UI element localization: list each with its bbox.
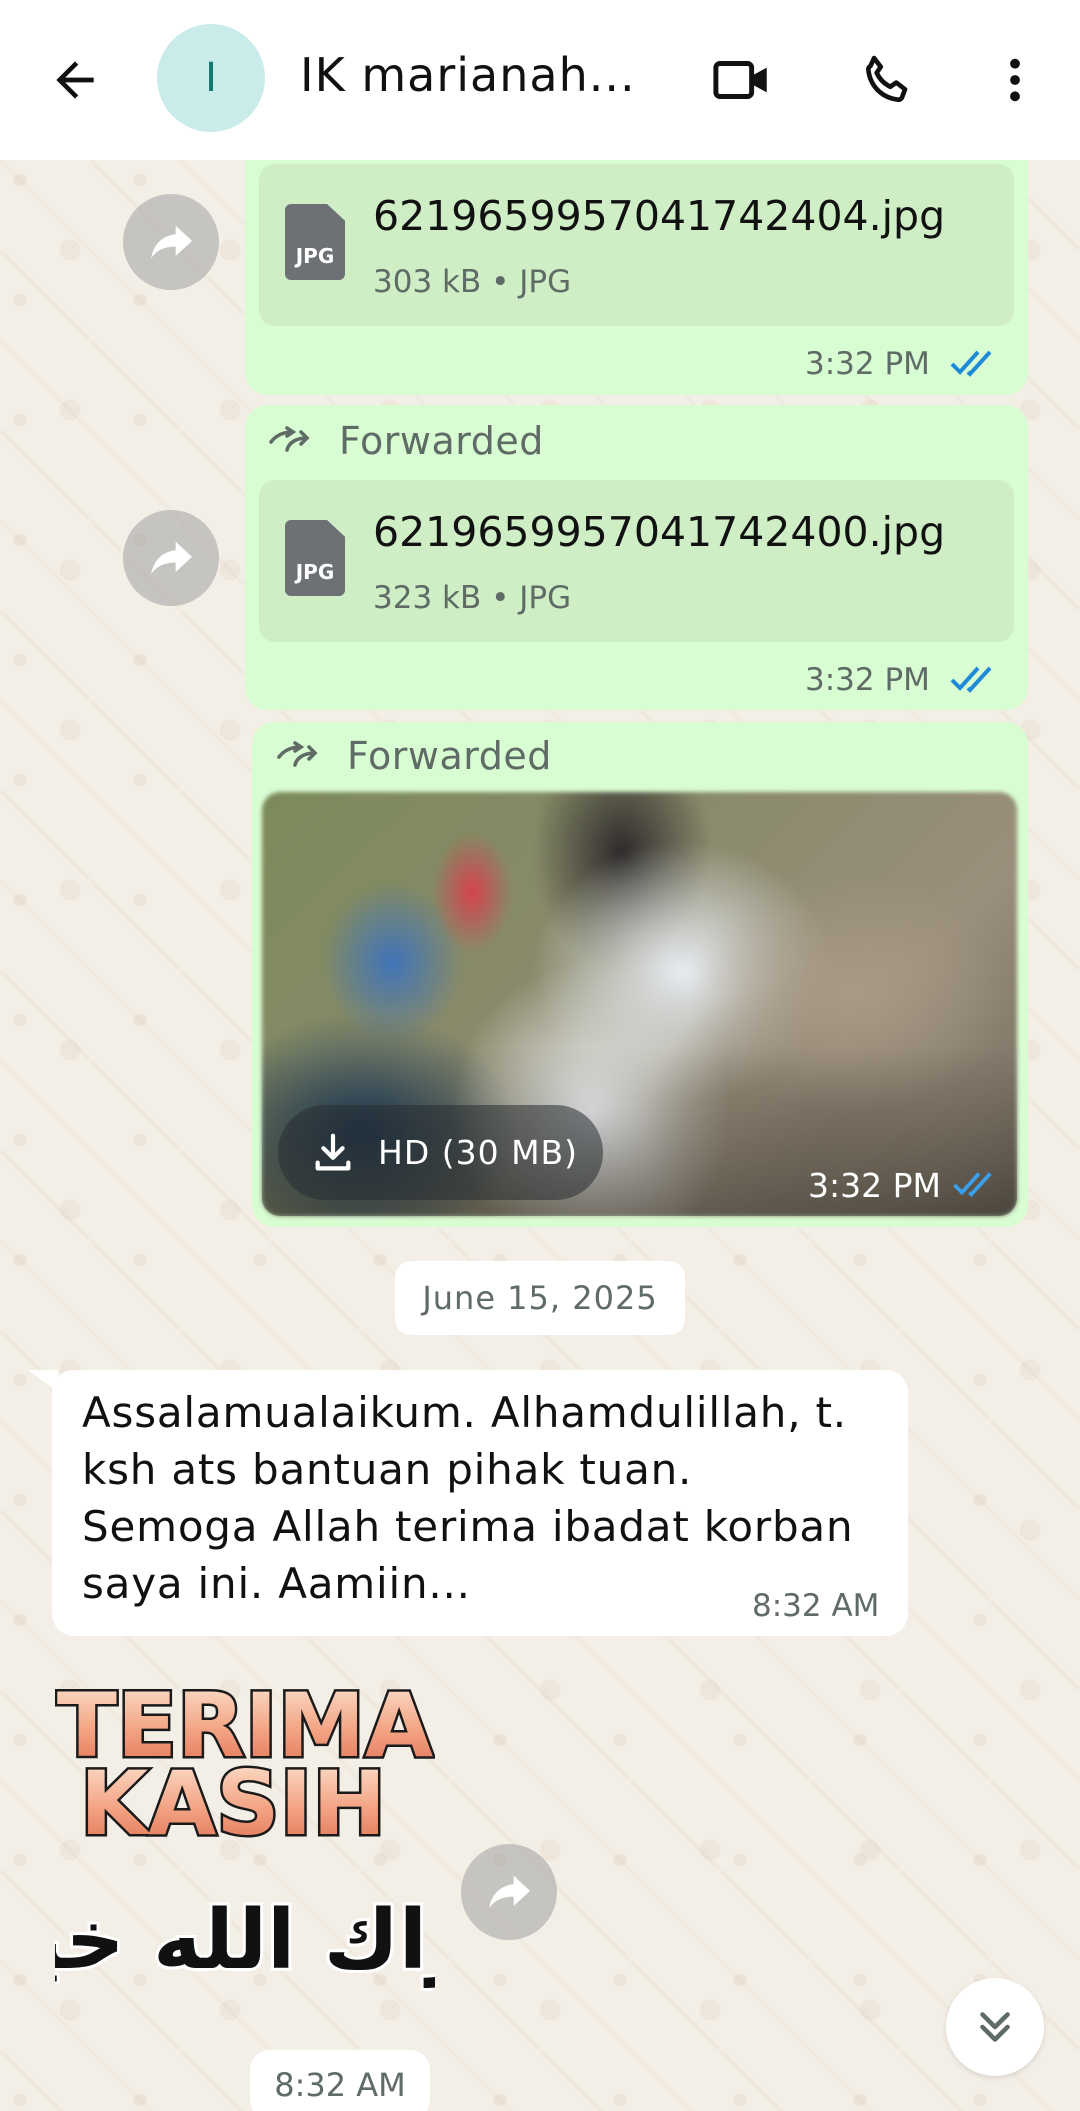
terima-kasih-sticker[interactable]: TERIMA KASIH جزاك الله خيرا — [55, 1668, 435, 2028]
sticker-arabic-calligraphy: جزاك الله خيرا — [55, 1893, 435, 1988]
jpg-file-icon: JPG — [285, 520, 345, 596]
document-card[interactable]: JPG 6219659957041742400.jpg 323 kB • JPG — [259, 480, 1014, 642]
sticker-time: 8:32 AM — [250, 2050, 430, 2111]
message-time: 3:32 PM — [805, 662, 930, 698]
top-app-bar: I IK marianah... — [0, 0, 1080, 160]
date-divider: June 15, 2025 — [395, 1261, 685, 1335]
forward-button[interactable] — [123, 194, 219, 290]
message-time: 3:32 PM — [808, 1166, 941, 1205]
document-file-name: 6219659957041742400.jpg — [373, 508, 946, 556]
outgoing-forwarded-document-message[interactable]: Forwarded JPG 6219659957041742400.jpg 32… — [245, 405, 1028, 710]
document-card[interactable]: JPG 6219659957041742404.jpg 303 kB • JPG — [259, 164, 1014, 326]
more-options-button[interactable] — [975, 40, 1055, 120]
forwarded-arrow-icon — [269, 426, 310, 452]
forwarded-arrow-icon — [277, 741, 318, 767]
message-time: 3:32 PM — [805, 346, 930, 382]
forward-button[interactable] — [123, 510, 219, 606]
download-hd-button[interactable]: HD (30 MB) — [278, 1105, 603, 1200]
message-text: Assalamualaikum. Alhamdulillah, t. ksh a… — [82, 1388, 854, 1608]
read-ticks-icon — [950, 666, 992, 693]
forwarded-label: Forwarded — [339, 419, 544, 463]
forward-icon — [151, 541, 192, 575]
message-time: 8:32 AM — [752, 1588, 880, 1624]
more-vert-icon — [1010, 58, 1020, 102]
forward-icon — [151, 225, 192, 259]
back-button[interactable] — [40, 45, 110, 115]
chat-title[interactable]: IK marianah... — [300, 48, 636, 102]
document-file-meta: 323 kB • JPG — [373, 580, 572, 616]
document-file-name: 6219659957041742404.jpg — [373, 192, 946, 240]
forwarded-indicator: Forwarded — [269, 419, 544, 463]
back-arrow-icon — [56, 61, 94, 99]
forwarded-label: Forwarded — [347, 734, 552, 778]
forwarded-indicator: Forwarded — [277, 734, 552, 778]
read-ticks-icon — [953, 1172, 992, 1198]
file-icon-label: JPG — [295, 244, 335, 268]
forward-button[interactable] — [461, 1844, 557, 1940]
double-chevron-down-icon — [980, 2012, 1010, 2042]
voice-call-button[interactable] — [848, 40, 928, 120]
download-size-label: HD (30 MB) — [378, 1133, 579, 1172]
incoming-text-message[interactable]: Assalamualaikum. Alhamdulillah, t. ksh a… — [52, 1370, 908, 1636]
avatar[interactable]: I — [157, 24, 265, 132]
outgoing-document-message[interactable]: JPG 6219659957041742404.jpg 303 kB • JPG… — [245, 160, 1028, 395]
file-icon-label: JPG — [295, 560, 335, 584]
forward-icon — [489, 1875, 530, 1909]
video-call-button[interactable] — [702, 40, 782, 120]
scroll-to-bottom-button[interactable] — [946, 1978, 1044, 2076]
sticker-line-2: KASIH — [80, 1752, 386, 1855]
download-icon — [315, 1133, 351, 1170]
read-ticks-icon — [950, 350, 992, 377]
phone-icon — [865, 55, 908, 103]
avatar-letter: I — [205, 55, 217, 101]
video-call-icon — [713, 61, 767, 99]
document-file-meta: 303 kB • JPG — [373, 264, 572, 300]
jpg-file-icon: JPG — [285, 204, 345, 280]
